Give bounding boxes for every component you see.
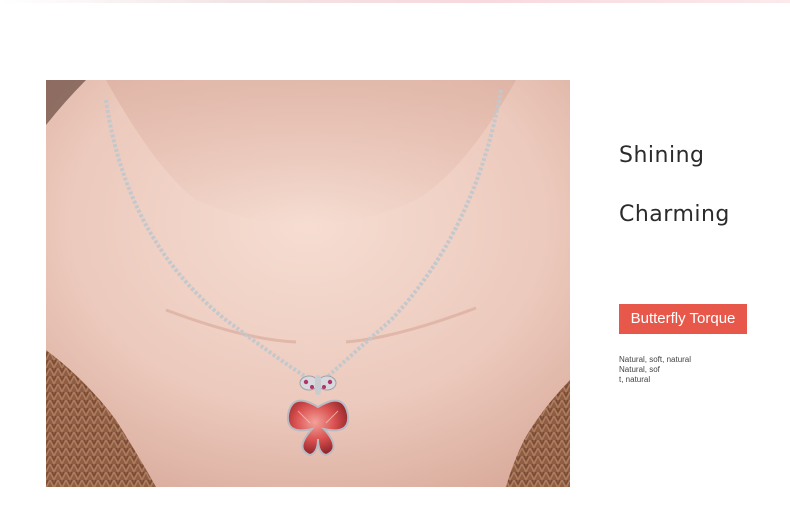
product-name-badge: Butterfly Torque — [619, 304, 747, 334]
product-description: Natural, soft, natural Natural, sof t, n… — [619, 355, 729, 385]
product-detail-page: Shining Charming Butterfly Torque Natura… — [0, 0, 790, 532]
product-photo — [46, 80, 570, 487]
description-line: Natural, sof — [619, 365, 660, 374]
headline-shining: Shining — [619, 143, 705, 168]
description-line: t, natural — [619, 375, 651, 384]
description-line: Natural, soft, natural — [619, 355, 692, 364]
top-decorative-strip — [0, 0, 790, 3]
headline-charming: Charming — [619, 202, 730, 227]
